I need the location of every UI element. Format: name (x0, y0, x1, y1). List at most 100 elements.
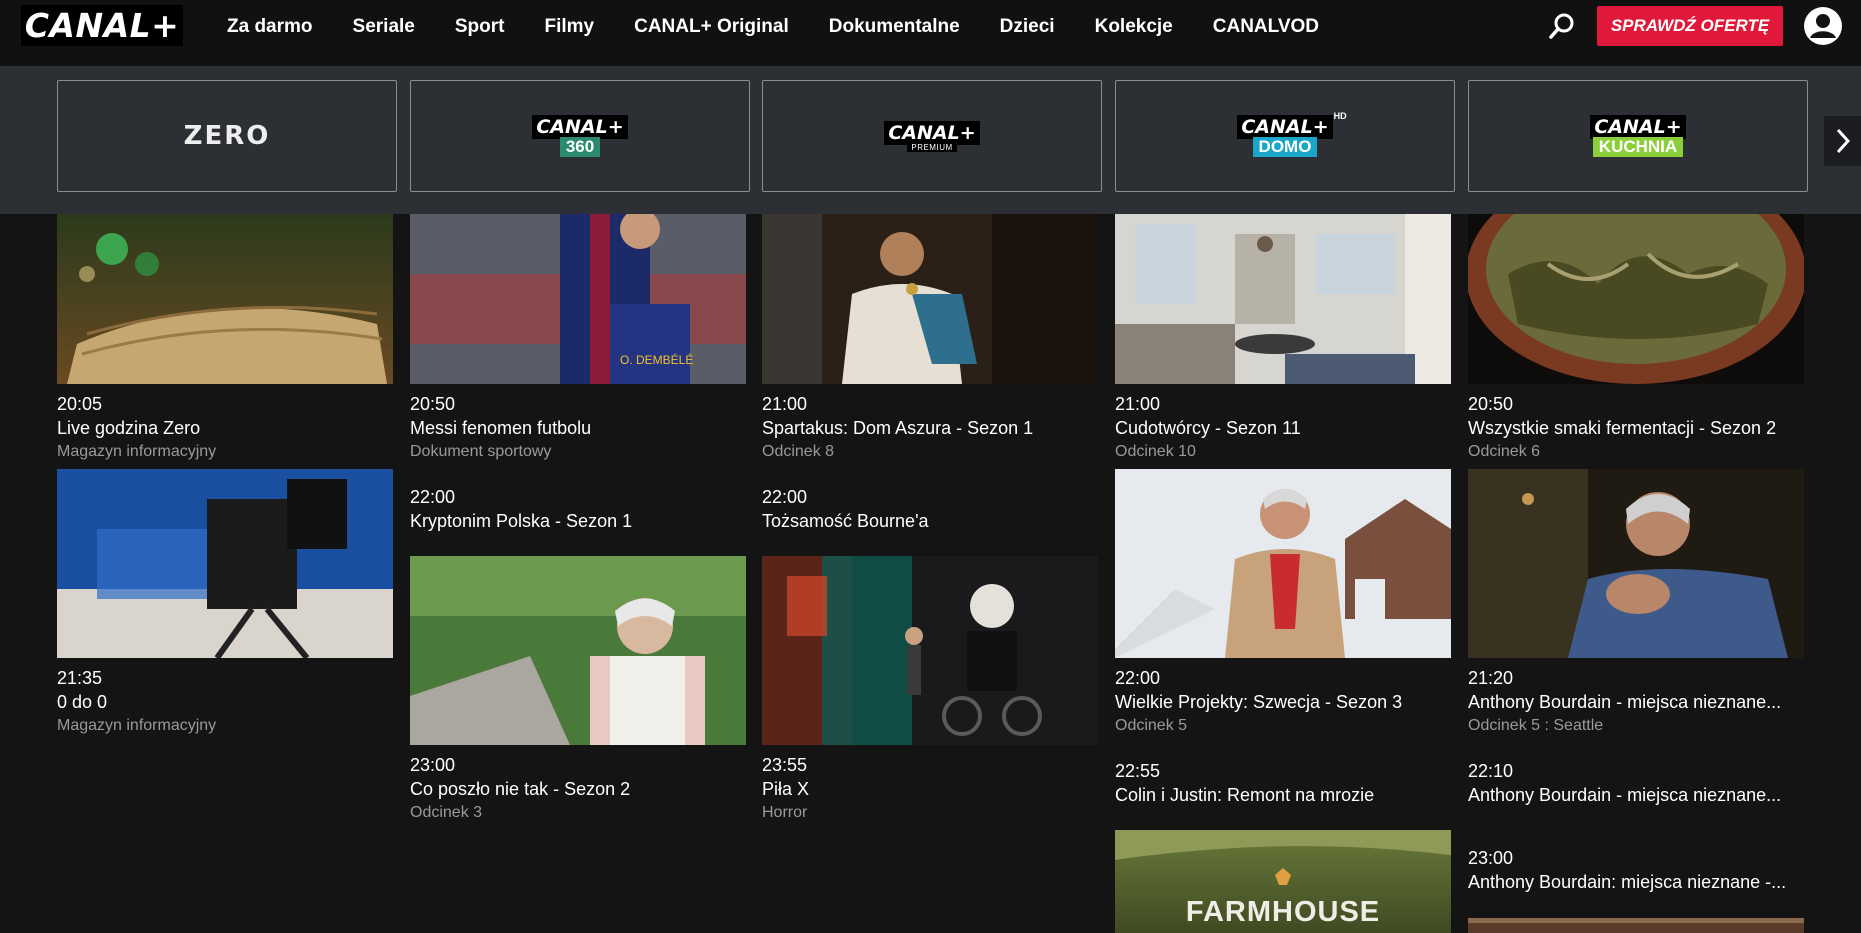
channel-tile-premium[interactable]: CANAL+ PREMIUM (762, 80, 1102, 192)
channel-logo-text: CANAL+ (1590, 115, 1686, 139)
program-thumbnail[interactable] (762, 214, 1098, 384)
program-time: 20:05 (57, 394, 103, 414)
main-menu: Za darmo Seriale Sport Filmy CANAL+ Orig… (227, 0, 1359, 54)
list-item[interactable]: 23:55 Piła X Horror (762, 754, 1102, 824)
channel-sub-label: DOMO (1252, 137, 1318, 157)
program-genre: Odcinek 8 (762, 443, 835, 460)
channel-zero-logo: ZERO (183, 121, 271, 151)
channel-sub-label: KUCHNIA (1592, 137, 1684, 157)
thumbnail-title-text: FARMHOUSE (1185, 896, 1381, 928)
program-thumbnail[interactable] (57, 469, 393, 658)
list-item[interactable]: 20:50 Messi fenomen futbolu Dokument spo… (410, 393, 750, 463)
list-item[interactable]: 22:00 Kryptonim Polska - Sezon 1 (410, 486, 750, 534)
program-time: 22:55 (1115, 761, 1161, 781)
program-genre: Magazyn informacyjny (57, 717, 217, 734)
program-title: Anthony Bourdain - miejsca nieznane... (1468, 692, 1782, 712)
program-time: 20:50 (1468, 394, 1514, 414)
program-genre: Horror (762, 804, 808, 821)
channel-tile-zero[interactable]: ZERO (57, 80, 397, 192)
program-genre: Odcinek 5 : Seattle (1468, 717, 1604, 734)
program-thumbnail[interactable] (1468, 918, 1804, 933)
list-item[interactable]: 23:00 Anthony Bourdain: miejsca nieznane… (1468, 847, 1808, 895)
program-genre: Odcinek 5 (1115, 717, 1188, 734)
nav-item-sport[interactable]: Sport (455, 16, 505, 38)
svg-text:O. DEMBÉLÉ: O. DEMBÉLÉ (620, 352, 693, 367)
nav-item-canal-original[interactable]: CANAL+ Original (634, 16, 789, 38)
list-item[interactable]: 22:00 Tożsamość Bourne'a (762, 486, 1102, 534)
program-genre: Odcinek 6 (1468, 443, 1541, 460)
program-time: 20:50 (410, 394, 456, 414)
program-time: 21:00 (762, 394, 808, 414)
program-thumbnail[interactable] (410, 556, 746, 745)
nav-item-dokumentalne[interactable]: Dokumentalne (829, 16, 960, 38)
program-thumbnail[interactable] (762, 556, 1098, 745)
list-item[interactable]: 22:55 Colin i Justin: Remont na mrozie (1115, 760, 1455, 808)
carousel-next-button[interactable] (1824, 116, 1861, 166)
program-title: Live godzina Zero (57, 418, 201, 438)
program-thumbnail[interactable]: FARMHOUSE (1115, 830, 1451, 933)
program-title: Colin i Justin: Remont na mrozie (1115, 785, 1375, 805)
list-item[interactable]: 21:20 Anthony Bourdain - miejsca nieznan… (1468, 667, 1808, 737)
logo-text: CANAL+ (24, 6, 180, 45)
list-item[interactable]: 20:50 Wszystkie smaki fermentacji - Sezo… (1468, 393, 1808, 463)
program-time: 21:35 (57, 668, 103, 688)
list-item[interactable]: 22:00 Wielkie Projekty: Szwecja - Sezon … (1115, 667, 1455, 737)
schedule-grid: 20:05 Live godzina Zero Magazyn informac… (0, 214, 1861, 933)
hd-badge: HD (1333, 111, 1347, 121)
program-thumbnail[interactable] (1468, 214, 1804, 384)
program-title: Co poszło nie tak - Sezon 2 (410, 779, 631, 799)
channel-domo-logo: CANAL+ HD DOMO (1237, 111, 1347, 157)
program-title: Tożsamość Bourne'a (762, 511, 929, 531)
search-icon[interactable] (1546, 10, 1578, 42)
list-item[interactable]: 21:35 0 do 0 Magazyn informacyjny (57, 667, 397, 737)
check-offer-button[interactable]: SPRAWDŹ OFERTĘ (1597, 6, 1783, 46)
channel-tile-kuchnia[interactable]: CANAL+ KUCHNIA (1468, 80, 1808, 192)
chevron-right-icon (1836, 128, 1850, 154)
channel-sub-label: PREMIUM (907, 142, 957, 152)
list-item[interactable]: 23:00 Co poszło nie tak - Sezon 2 Odcine… (410, 754, 750, 824)
program-title: Wielkie Projekty: Szwecja - Sezon 3 (1115, 692, 1403, 712)
channel-carousel: ZERO CANAL+ 360 CANAL+ PREMIUM CANAL+ HD… (0, 66, 1861, 214)
program-thumbnail[interactable]: O. DEMBÉLÉ (410, 214, 746, 384)
user-account-icon[interactable] (1803, 6, 1843, 46)
canal-plus-logo[interactable]: CANAL+ (21, 5, 183, 46)
list-item[interactable]: 22:10 Anthony Bourdain - miejsca nieznan… (1468, 760, 1808, 808)
program-time: 23:00 (1468, 848, 1514, 868)
nav-item-za-darmo[interactable]: Za darmo (227, 16, 313, 38)
program-title: Anthony Bourdain - miejsca nieznane... (1468, 785, 1782, 805)
channel-360-logo: CANAL+ 360 (532, 115, 628, 157)
program-title: Messi fenomen futbolu (410, 418, 592, 438)
nav-item-dzieci[interactable]: Dzieci (1000, 16, 1055, 38)
channel-premium-logo: CANAL+ PREMIUM (884, 120, 980, 152)
program-time: 21:00 (1115, 394, 1161, 414)
program-time: 23:55 (762, 755, 808, 775)
program-thumbnail[interactable] (1115, 469, 1451, 658)
program-thumbnail[interactable] (1115, 214, 1451, 384)
program-time: 22:00 (762, 487, 808, 507)
list-item[interactable]: 21:00 Cudotwórcy - Sezon 11 Odcinek 10 (1115, 393, 1455, 463)
program-time: 22:00 (1115, 668, 1161, 688)
channel-tile-360[interactable]: CANAL+ 360 (410, 80, 750, 192)
nav-item-filmy[interactable]: Filmy (544, 16, 594, 38)
program-title: Wszystkie smaki fermentacji - Sezon 2 (1468, 418, 1777, 438)
channel-sub-label: 360 (559, 137, 601, 157)
program-title: 0 do 0 (57, 692, 108, 712)
program-title: Anthony Bourdain: miejsca nieznane -... (1468, 872, 1787, 892)
program-genre: Odcinek 3 (410, 804, 483, 821)
channel-kuchnia-logo: CANAL+ KUCHNIA (1590, 115, 1686, 157)
list-item[interactable]: 21:00 Spartakus: Dom Aszura - Sezon 1 Od… (762, 393, 1102, 463)
top-navigation-bar: CANAL+ Za darmo Seriale Sport Filmy CANA… (0, 0, 1861, 66)
channel-logo-text: CANAL+ (532, 115, 628, 139)
program-time: 23:00 (410, 755, 456, 775)
program-thumbnail[interactable] (57, 214, 393, 384)
channel-logo-text: CANAL+ (884, 120, 980, 145)
nav-item-canalvod[interactable]: CANALVOD (1213, 16, 1319, 38)
list-item[interactable]: 20:05 Live godzina Zero Magazyn informac… (57, 393, 397, 463)
nav-item-seriale[interactable]: Seriale (353, 16, 415, 38)
program-genre: Magazyn informacyjny (57, 443, 217, 460)
program-title: Kryptonim Polska - Sezon 1 (410, 511, 633, 531)
program-thumbnail[interactable] (1468, 469, 1804, 658)
program-genre: Dokument sportowy (410, 443, 552, 460)
channel-tile-domo[interactable]: CANAL+ HD DOMO (1115, 80, 1455, 192)
nav-item-kolekcje[interactable]: Kolekcje (1095, 16, 1173, 38)
